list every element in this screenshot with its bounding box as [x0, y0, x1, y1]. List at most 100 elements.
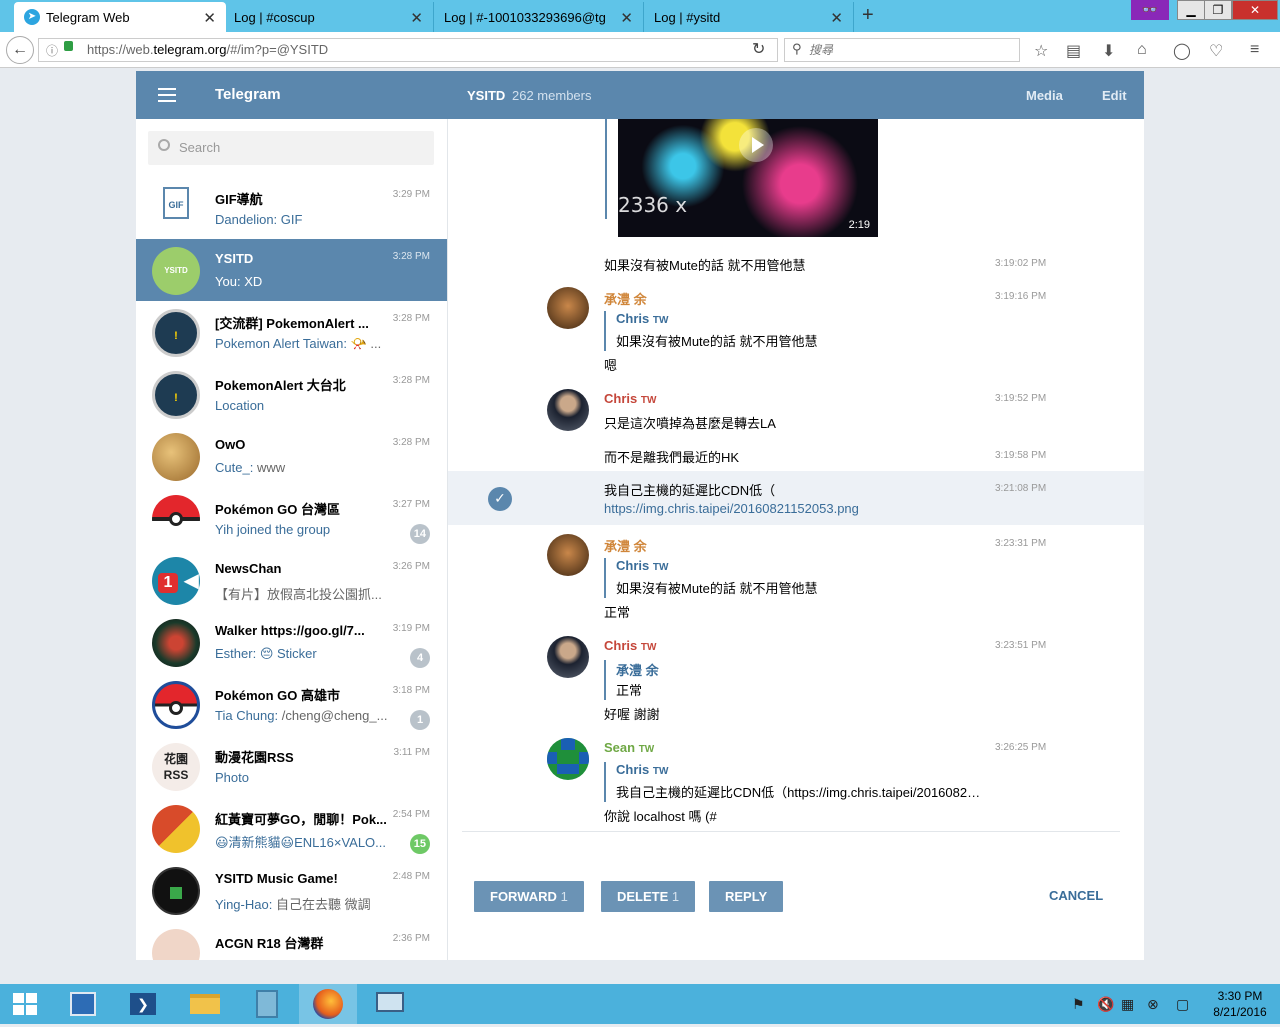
- message-author[interactable]: 承澧 余: [604, 536, 647, 555]
- network-flag-icon[interactable]: ⚑: [1072, 996, 1085, 1013]
- message-link[interactable]: https://img.chris.taipei/20160821152053.…: [604, 501, 859, 516]
- dialog-newschan[interactable]: 1 ◀ NewsChan 【有片】放假高北投公園抓... 3:26 PM: [136, 549, 447, 611]
- minimize-button[interactable]: ▁: [1177, 0, 1205, 20]
- bookmark-star-icon[interactable]: ☆: [1034, 41, 1048, 61]
- remote-desktop-icon[interactable]: [360, 984, 418, 1024]
- close-window-button[interactable]: ✕: [1232, 0, 1278, 20]
- reply-bar: [605, 119, 607, 219]
- tab-label: Telegram Web: [46, 9, 130, 25]
- message[interactable]: 如果沒有被Mute的話 就不用管他慧 3:19:02 PM: [448, 255, 1144, 285]
- dialog-list: Search GIF GIF導航 Dandelion: GIF 3:29 PM …: [136, 119, 448, 960]
- url-prefix: https://web.: [87, 42, 154, 57]
- close-tab-icon[interactable]: ✕: [203, 9, 216, 27]
- message[interactable]: Chris TW 3:23:51 PM 承澧 余 正常 好喔 謝謝: [448, 636, 1144, 726]
- play-icon[interactable]: [739, 128, 773, 162]
- clock[interactable]: 3:30 PM 8/21/2016: [1210, 988, 1270, 1020]
- message[interactable]: 而不是離我們最近的HK 3:19:58 PM: [448, 447, 1144, 471]
- volume-muted-icon[interactable]: 🔇: [1097, 996, 1114, 1013]
- clock-date: 8/21/2016: [1213, 1005, 1267, 1019]
- message[interactable]: Chris TW 3:19:52 PM 只是這次噴掉為甚麼是轉去LA: [448, 389, 1144, 439]
- firefox-icon[interactable]: [299, 984, 357, 1024]
- download-icon[interactable]: ⬇: [1102, 41, 1115, 61]
- media-button[interactable]: Media: [1026, 88, 1063, 103]
- dialog-time: 3:19 PM: [392, 623, 430, 634]
- dialog-name: 動漫花園RSS: [215, 750, 294, 765]
- video-thumbnail[interactable]: 2336 x 2:19: [618, 119, 878, 237]
- dialog-owo[interactable]: OwO Cute_: www 3:28 PM: [136, 425, 447, 487]
- message-text: 而不是離我們最近的HK: [604, 450, 740, 465]
- close-tab-icon[interactable]: ✕: [620, 9, 633, 27]
- windows-start-icon[interactable]: [0, 984, 50, 1024]
- reload-icon[interactable]: ↻: [752, 39, 765, 59]
- message-text: 😃清新熊貓😃ENL16×VALO...: [215, 835, 386, 850]
- dialog-time: 3:28 PM: [392, 437, 430, 448]
- tab-log-coscup[interactable]: Log | #coscup ✕: [224, 2, 434, 32]
- edit-button[interactable]: Edit: [1102, 88, 1127, 103]
- dialog-acgn-r18[interactable]: ACGN R18 台灣群 2:36 PM: [136, 921, 447, 960]
- message-sender: Yih joined the group: [215, 522, 331, 537]
- dialog-pokemon-alert-taipei[interactable]: ! PokemonAlert 大台北 Location 3:28 PM: [136, 363, 447, 425]
- server-manager-icon[interactable]: [54, 984, 112, 1024]
- restore-button[interactable]: ❐: [1204, 0, 1232, 20]
- reply-quote[interactable]: Chris TW 如果沒有被Mute的話 就不用管他慧: [604, 558, 1024, 598]
- close-tab-icon[interactable]: ✕: [830, 9, 843, 27]
- forward-button[interactable]: FORWARD 1: [474, 881, 584, 912]
- dialog-name: 紅黃寶可夢GO，閒聊！Pok...: [215, 812, 387, 827]
- tab-telegram-web[interactable]: ➤ Telegram Web ✕: [14, 2, 226, 32]
- message[interactable]: Sean TW 3:26:25 PM Chris TW 我自己主機的延遲比CDN…: [448, 738, 1144, 828]
- dialog-ysitd[interactable]: YSITD YSITD You: XD 3:28 PM: [136, 239, 447, 301]
- building-app-icon[interactable]: [238, 984, 296, 1024]
- powershell-icon[interactable]: ❯: [114, 984, 172, 1024]
- message[interactable]: 承澧 余 3:23:31 PM Chris TW 如果沒有被Mute的話 就不用…: [448, 534, 1144, 624]
- address-bar[interactable]: https://web.telegram.org/#/im?p=@YSITD: [38, 38, 778, 62]
- message-author[interactable]: Sean TW: [604, 740, 654, 755]
- reply-quote[interactable]: Chris TW 我自己主機的延遲比CDN低（https://img.chris…: [604, 762, 984, 802]
- close-tab-icon[interactable]: ✕: [410, 9, 423, 27]
- menu-icon[interactable]: ≡: [1250, 41, 1259, 59]
- reply-button[interactable]: REPLY: [709, 881, 784, 912]
- dialog-name: YSITD: [215, 251, 254, 266]
- cancel-button[interactable]: CANCEL: [1049, 888, 1103, 903]
- dialog-red-yellow-pokemon[interactable]: 紅黃寶可夢GO，閒聊！Pok... 😃清新熊貓😃ENL16×VALO... 2:…: [136, 797, 447, 859]
- home-icon[interactable]: ⌂: [1137, 41, 1147, 59]
- message-sender: Ying-Hao:: [215, 897, 273, 912]
- message[interactable]: 我自己主機的延遲比CDN低（ https://img.chris.taipei/…: [448, 480, 1144, 520]
- pocket-icon[interactable]: ♡: [1209, 41, 1223, 61]
- dialog-ysitd-music-game[interactable]: YSITD Music Game! Ying-Hao: 自己在去聽 微調 2:4…: [136, 859, 447, 921]
- reading-list-icon[interactable]: ▤: [1066, 41, 1081, 61]
- avatar: GIF: [152, 185, 200, 233]
- reply-quote[interactable]: 承澧 余 正常: [604, 660, 1024, 700]
- status-icon[interactable]: ⊗: [1147, 996, 1159, 1013]
- hamburger-menu-icon[interactable]: [158, 88, 176, 102]
- dialog-pokemon-go-taiwan[interactable]: Pokémon GO 台灣區 Yih joined the group 3:27…: [136, 487, 447, 549]
- chat-title[interactable]: YSITD: [467, 88, 505, 103]
- dialog-name: GIF導航: [215, 192, 263, 207]
- dialog-walker[interactable]: Walker https://goo.gl/7... Esther: 😔 Sti…: [136, 611, 447, 673]
- dialog-anime-rss[interactable]: 花園 RSS 動漫花園RSS Photo 3:11 PM: [136, 735, 447, 797]
- speaker-shape: ◀: [178, 570, 199, 592]
- search-input[interactable]: Search: [148, 131, 434, 165]
- chat-icon[interactable]: ◯: [1173, 41, 1191, 61]
- message-author[interactable]: Chris TW: [604, 391, 656, 406]
- file-explorer-icon[interactable]: [176, 984, 234, 1024]
- message[interactable]: 承澧 余 3:19:16 PM Chris TW 如果沒有被Mute的話 就不用…: [448, 287, 1144, 377]
- dialog-gif[interactable]: GIF GIF導航 Dandelion: GIF 3:29 PM: [136, 177, 447, 239]
- message-author[interactable]: Chris TW: [604, 638, 656, 653]
- dialog-pokemon-alert-group[interactable]: ! [交流群] PokemonAlert ... Pokemon Alert T…: [136, 301, 447, 363]
- reply-quote[interactable]: Chris TW 如果沒有被Mute的話 就不用管他慧: [604, 311, 1024, 351]
- network-icon[interactable]: ▦: [1121, 996, 1134, 1013]
- tab-log-ysitd[interactable]: Log | #ysitd ✕: [644, 2, 854, 32]
- unread-badge: 14: [409, 524, 430, 544]
- message-author[interactable]: 承澧 余: [604, 289, 647, 308]
- tab-log-tg[interactable]: Log | #-1001033293696@tg ✕: [434, 2, 644, 32]
- browser-search-input[interactable]: 搜尋: [784, 38, 1020, 62]
- new-tab-icon[interactable]: +: [862, 4, 874, 27]
- notification-icon[interactable]: ▢: [1176, 996, 1189, 1013]
- chat-members-count[interactable]: 262 members: [512, 88, 591, 103]
- dialog-time: 3:28 PM: [392, 313, 430, 324]
- dialog-pokemon-go-kaohsiung[interactable]: Pokémon GO 高雄市 Tia Chung: /cheng@cheng_.…: [136, 673, 447, 735]
- info-icon[interactable]: ⓘ: [46, 42, 58, 59]
- back-arrow-icon[interactable]: ←: [6, 36, 34, 64]
- video-duration: 2:19: [848, 219, 870, 231]
- delete-button[interactable]: DELETE 1: [601, 881, 696, 912]
